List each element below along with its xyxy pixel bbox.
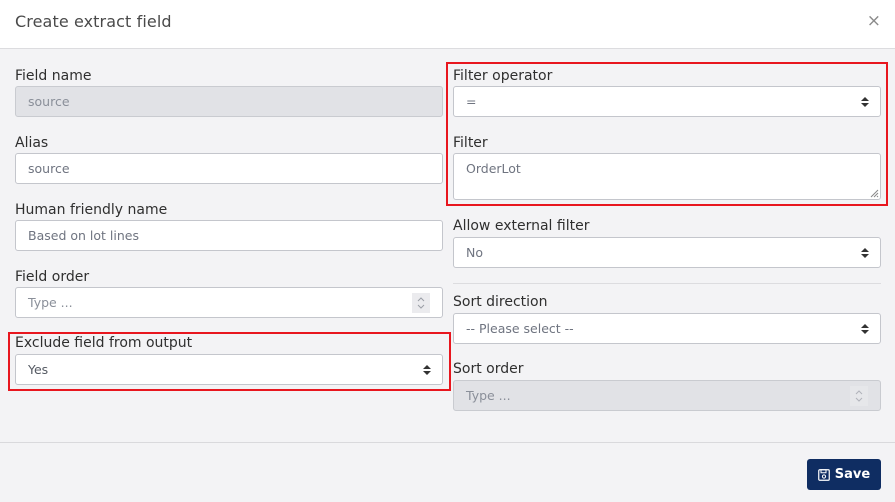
- field-order-label: Field order: [15, 269, 90, 285]
- field-name-input: source: [15, 86, 443, 117]
- exclude-select[interactable]: Yes: [15, 354, 443, 385]
- allow-external-select[interactable]: No: [453, 237, 881, 268]
- alias-input[interactable]: source: [15, 153, 443, 184]
- human-name-input[interactable]: Based on lot lines: [15, 220, 443, 251]
- exclude-value: Yes: [28, 362, 49, 377]
- field-order-input[interactable]: Type ...: [15, 287, 443, 318]
- select-arrows-icon: [423, 365, 431, 375]
- number-spinner: [850, 386, 868, 406]
- sort-order-input: Type ...: [453, 380, 881, 411]
- spinner-chevrons-icon: [855, 390, 863, 402]
- close-icon[interactable]: ×: [867, 11, 881, 31]
- field-name-label: Field name: [15, 68, 92, 84]
- exclude-label: Exclude field from output: [15, 335, 193, 351]
- sort-direction-label: Sort direction: [453, 294, 548, 310]
- sort-direction-select[interactable]: -- Please select --: [453, 313, 881, 344]
- floppy-disk-icon: [817, 468, 830, 481]
- alias-label: Alias: [15, 135, 49, 151]
- footer-divider: [0, 442, 895, 443]
- select-arrows-icon: [861, 248, 869, 258]
- sort-direction-value: -- Please select --: [466, 321, 574, 336]
- filter-label: Filter: [453, 135, 488, 151]
- select-arrows-icon: [861, 97, 869, 107]
- sort-order-placeholder: Type ...: [466, 388, 511, 403]
- number-spinner[interactable]: [412, 293, 430, 313]
- human-name-label: Human friendly name: [15, 202, 168, 218]
- save-label: Save: [834, 467, 871, 482]
- filter-textarea[interactable]: OrderLot: [453, 153, 881, 200]
- save-button[interactable]: Save: [807, 459, 881, 490]
- field-order-placeholder: Type ...: [28, 295, 73, 310]
- dialog-header: Create extract field ×: [0, 0, 895, 49]
- sort-order-label: Sort order: [453, 361, 524, 377]
- dialog-title: Create extract field: [15, 12, 172, 31]
- spinner-chevrons-icon: [417, 297, 425, 309]
- filter-operator-value: =: [466, 94, 477, 109]
- resize-handle-icon[interactable]: [869, 188, 879, 198]
- filter-operator-select[interactable]: =: [453, 86, 881, 117]
- allow-external-label: Allow external filter: [453, 218, 590, 234]
- select-arrows-icon: [861, 324, 869, 334]
- allow-external-value: No: [466, 245, 483, 260]
- filter-value: OrderLot: [466, 161, 521, 176]
- filter-operator-label: Filter operator: [453, 68, 553, 84]
- section-divider: [453, 283, 881, 284]
